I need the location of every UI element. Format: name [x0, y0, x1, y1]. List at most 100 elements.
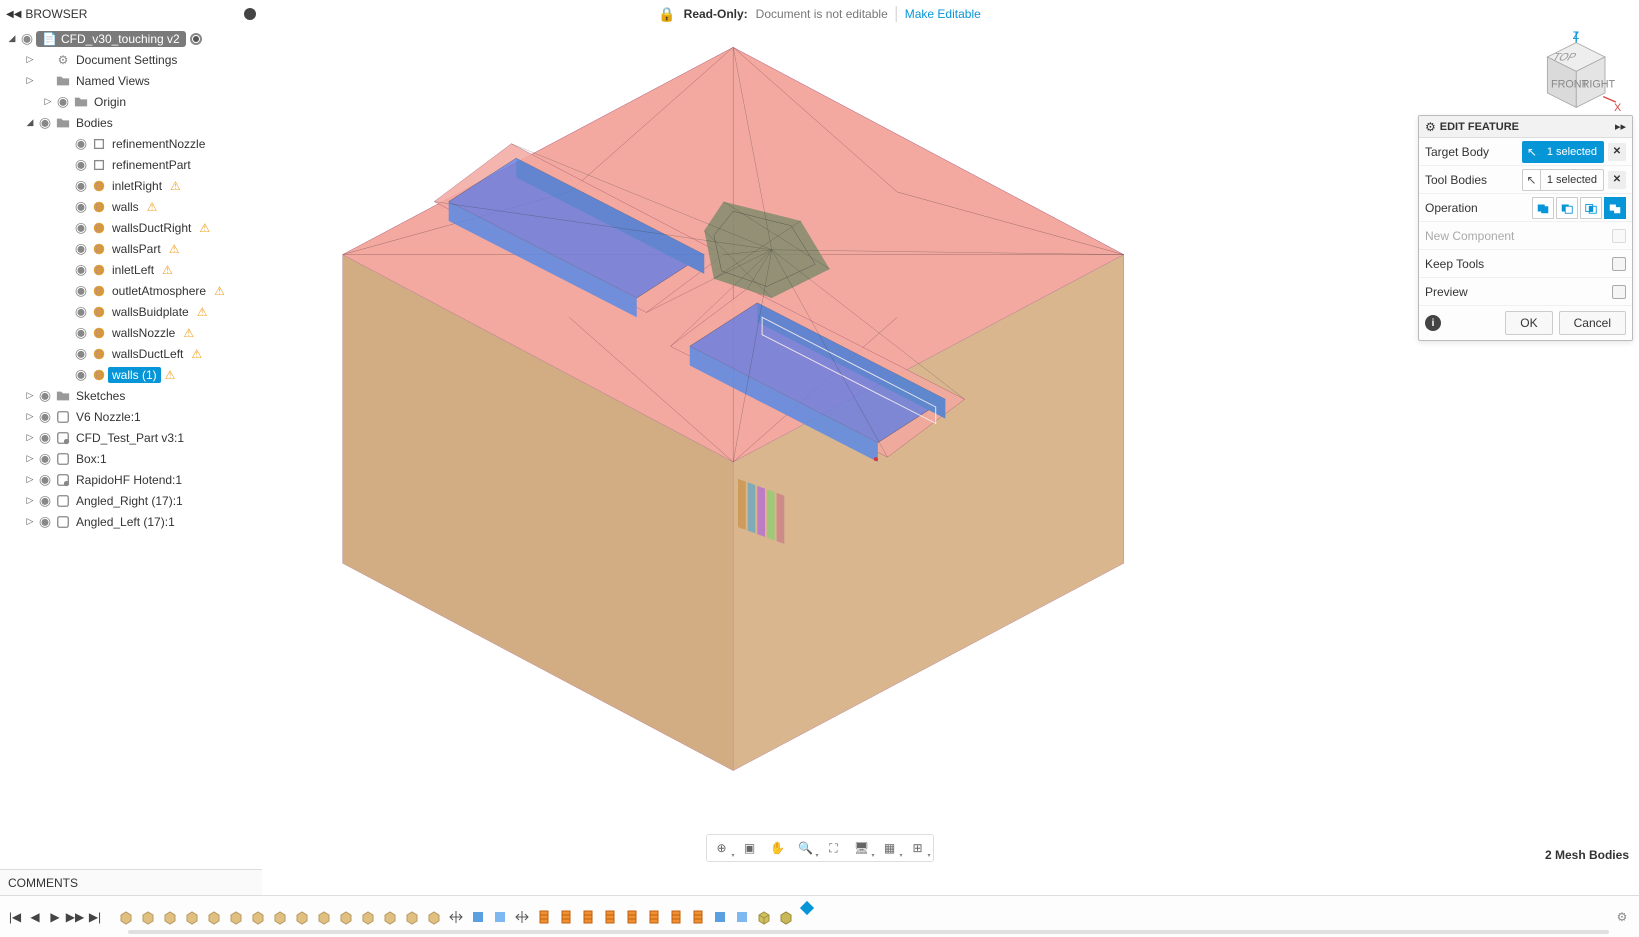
visibility-icon[interactable]: ◉ — [36, 492, 54, 509]
timeline-feature[interactable] — [270, 907, 290, 927]
zoom-button[interactable]: 🔍▾ — [793, 837, 819, 859]
visibility-icon[interactable]: ◉ — [72, 366, 90, 383]
info-icon[interactable]: i — [1425, 315, 1441, 331]
tree-item[interactable]: ◉refinementNozzle — [0, 133, 262, 154]
browser-collapse-dot[interactable] — [244, 8, 256, 20]
timeline-feature[interactable] — [160, 907, 180, 927]
timeline-feature[interactable] — [226, 907, 246, 927]
viewport-button[interactable]: ⊞▾ — [905, 837, 931, 859]
visibility-icon[interactable]: ◉ — [72, 345, 90, 362]
caret-icon[interactable]: ▷ — [24, 75, 36, 86]
timeline-feature[interactable] — [248, 907, 268, 927]
timeline-feature[interactable] — [600, 907, 620, 927]
viewcube[interactable]: Z X TOP FRONT RIGHT — [1533, 30, 1623, 120]
tree-item[interactable]: ▷◉Origin — [0, 91, 262, 112]
caret-icon[interactable]: ▷ — [24, 390, 36, 401]
tree-item[interactable]: ▷◉RapidoHF Hotend:1 — [0, 469, 262, 490]
file-badge[interactable]: 📄CFD_v30_touching v2 — [36, 31, 186, 47]
visibility-icon[interactable]: ◉ — [36, 114, 54, 131]
tree-root[interactable]: ◢◉📄CFD_v30_touching v2 — [0, 28, 262, 49]
tree-item[interactable]: ◉outletAtmosphere⚠ — [0, 280, 262, 301]
timeline-settings-button[interactable]: ⚙ — [1611, 906, 1633, 928]
visibility-icon[interactable]: ◉ — [36, 450, 54, 467]
visibility-icon[interactable]: ◉ — [36, 408, 54, 425]
tree-item[interactable]: ▷⚙Document Settings — [0, 49, 262, 70]
tree-item[interactable]: ◢◉Bodies — [0, 112, 262, 133]
op-join-button[interactable] — [1532, 197, 1554, 219]
timeline-feature[interactable] — [512, 907, 532, 927]
timeline-feature[interactable] — [336, 907, 356, 927]
target-body-selector[interactable]: ↖ 1 selected — [1522, 141, 1604, 163]
step-fwd-button[interactable]: ▶▶ — [66, 908, 84, 926]
caret-icon[interactable]: ▷ — [24, 54, 36, 65]
tree-item[interactable]: ▷◉Angled_Left (17):1 — [0, 511, 262, 532]
caret-icon[interactable]: ▷ — [24, 453, 36, 464]
display-button[interactable]: 🖥▾ — [849, 837, 875, 859]
visibility-icon[interactable]: ◉ — [18, 30, 36, 47]
grid-button[interactable]: ▦▾ — [877, 837, 903, 859]
gear-icon[interactable]: ⚙ — [1425, 120, 1436, 134]
browser-panel-toggle[interactable]: ◀◀ BROWSER — [0, 0, 93, 28]
visibility-icon[interactable]: ◉ — [72, 282, 90, 299]
timeline-feature[interactable] — [424, 907, 444, 927]
tree-item[interactable]: ◉walls⚠ — [0, 196, 262, 217]
visibility-icon[interactable]: ◉ — [72, 261, 90, 278]
fit-button[interactable]: ⛶ — [821, 837, 847, 859]
visibility-icon[interactable]: ◉ — [54, 93, 72, 110]
look-at-button[interactable]: ▣ — [737, 837, 763, 859]
timeline-feature[interactable] — [644, 907, 664, 927]
clear-tools-button[interactable]: ✕ — [1608, 171, 1626, 189]
play-button[interactable]: ▶ — [46, 908, 64, 926]
timeline-feature[interactable] — [138, 907, 158, 927]
visibility-icon[interactable]: ◉ — [72, 303, 90, 320]
tree-item[interactable]: ▷◉Angled_Right (17):1 — [0, 490, 262, 511]
visibility-icon[interactable]: ◉ — [72, 198, 90, 215]
tree-item[interactable]: ◉wallsDuctRight⚠ — [0, 217, 262, 238]
caret-down-icon[interactable]: ◢ — [6, 33, 18, 44]
timeline-feature[interactable] — [754, 907, 774, 927]
visibility-icon[interactable]: ◉ — [72, 240, 90, 257]
timeline-track[interactable] — [128, 930, 1609, 934]
tool-bodies-selector[interactable]: ↖ 1 selected — [1522, 169, 1604, 191]
tree-item[interactable]: ◉inletLeft⚠ — [0, 259, 262, 280]
go-start-button[interactable]: |◀ — [6, 908, 24, 926]
timeline-feature[interactable] — [380, 907, 400, 927]
tree-item[interactable]: ◉wallsNozzle⚠ — [0, 322, 262, 343]
timeline-feature[interactable] — [402, 907, 422, 927]
timeline-feature[interactable] — [358, 907, 378, 927]
caret-icon[interactable]: ▷ — [24, 432, 36, 443]
tree-item[interactable]: ▷◉V6 Nozzle:1 — [0, 406, 262, 427]
visibility-icon[interactable]: ◉ — [36, 429, 54, 446]
op-cut-button[interactable] — [1556, 197, 1578, 219]
tree-item[interactable]: ◉inletRight⚠ — [0, 175, 262, 196]
tree-item[interactable]: ◉wallsPart⚠ — [0, 238, 262, 259]
timeline-feature[interactable] — [446, 907, 466, 927]
timeline-feature[interactable] — [468, 907, 488, 927]
timeline-feature[interactable] — [688, 907, 708, 927]
pin-icon[interactable]: ▸▸ — [1615, 120, 1626, 133]
timeline-feature[interactable] — [732, 907, 752, 927]
caret-icon[interactable]: ▷ — [24, 411, 36, 422]
timeline-feature[interactable] — [710, 907, 730, 927]
comments-bar[interactable]: COMMENTS — [0, 869, 262, 895]
activate-radio[interactable] — [190, 33, 202, 45]
op-intersect-button[interactable] — [1580, 197, 1602, 219]
timeline-feature[interactable] — [314, 907, 334, 927]
timeline-feature[interactable] — [622, 907, 642, 927]
timeline-feature[interactable] — [490, 907, 510, 927]
timeline-feature[interactable] — [204, 907, 224, 927]
visibility-icon[interactable]: ◉ — [72, 135, 90, 152]
ok-button[interactable]: OK — [1505, 311, 1552, 335]
visibility-icon[interactable]: ◉ — [72, 324, 90, 341]
timeline-feature[interactable] — [776, 907, 796, 927]
go-end-button[interactable]: ▶| — [86, 908, 104, 926]
timeline-feature[interactable] — [578, 907, 598, 927]
visibility-icon[interactable]: ◉ — [36, 471, 54, 488]
cancel-button[interactable]: Cancel — [1559, 311, 1626, 335]
timeline-marker[interactable] — [800, 900, 814, 914]
orbit-button[interactable]: ⊕▾ — [709, 837, 735, 859]
visibility-icon[interactable]: ◉ — [36, 387, 54, 404]
visibility-icon[interactable]: ◉ — [36, 513, 54, 530]
timeline-feature[interactable] — [666, 907, 686, 927]
pan-button[interactable]: ✋ — [765, 837, 791, 859]
